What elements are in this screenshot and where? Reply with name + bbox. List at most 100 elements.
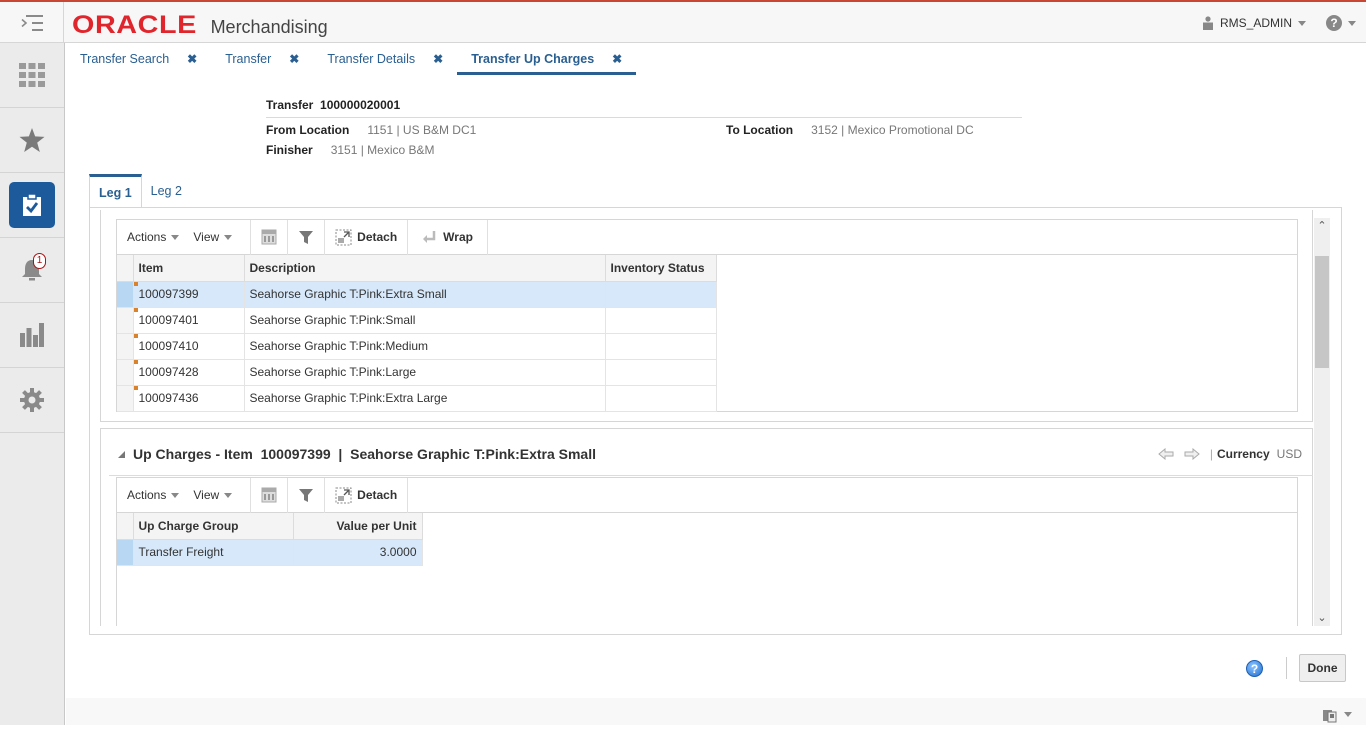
status-bar (66, 698, 1366, 725)
modified-marker-icon (133, 359, 138, 364)
column-header-description[interactable]: Description (244, 255, 606, 282)
transfer-label: Transfer (266, 98, 314, 112)
view-menu[interactable]: View (193, 230, 233, 244)
sidebar-item-favorites[interactable] (0, 108, 64, 173)
table-row[interactable]: 100097436 Seahorse Graphic T:Pink:Extra L… (117, 385, 717, 412)
row-header[interactable] (117, 307, 134, 334)
detach-label: Detach (357, 230, 398, 244)
scrollbar-thumb[interactable] (1315, 256, 1329, 368)
item-number: 100097436 (138, 391, 199, 405)
actions-menu[interactable]: Actions (127, 488, 180, 502)
wrap-icon (423, 231, 436, 243)
transfer-number: 100000020001 (320, 98, 401, 112)
to-location-value: 3152 | Mexico Promotional DC (811, 123, 974, 137)
item-cell: 100097436 (133, 385, 245, 412)
actions-menu[interactable]: Actions (127, 230, 180, 244)
table-row[interactable]: 100097410 Seahorse Graphic T:Pink:Medium (117, 333, 717, 360)
document-tabs: Transfer Search ✖ Transfer ✖ Transfer De… (66, 43, 637, 75)
user-area: RMS_ADMIN ? (1202, 15, 1356, 31)
row-header[interactable] (117, 281, 134, 308)
sidebar-item-tasks[interactable] (0, 173, 64, 238)
table-row[interactable]: 100097401 Seahorse Graphic T:Pink:Small (117, 307, 717, 334)
table-row[interactable]: Transfer Freight 3.0000 (117, 539, 423, 566)
column-header-up-charge-group[interactable]: Up Charge Group (133, 513, 294, 540)
app-title: Merchandising (210, 17, 328, 37)
close-icon[interactable]: ✖ (187, 52, 197, 66)
column-header-value-per-unit[interactable]: Value per Unit (293, 513, 423, 540)
tab-transfer-up-charges[interactable]: Transfer Up Charges ✖ (457, 43, 637, 75)
tab-transfer-details[interactable]: Transfer Details ✖ (313, 43, 457, 75)
column-header-item[interactable]: Item (133, 255, 245, 282)
detach-icon (335, 487, 352, 503)
view-menu[interactable]: View (193, 488, 233, 502)
divider (1286, 657, 1287, 679)
currency-label: Currency (1216, 447, 1270, 461)
sidebar-item-tasks-grid[interactable] (0, 43, 64, 108)
close-icon[interactable]: ✖ (433, 52, 443, 66)
description-cell: Seahorse Graphic T:Pink:Small (244, 307, 606, 334)
help-menu-icon[interactable]: ? (1326, 15, 1342, 31)
user-menu-caret-icon[interactable] (1298, 20, 1306, 26)
wrap-label: Wrap (443, 230, 473, 244)
scroll-up-icon[interactable]: ⌃ (1314, 218, 1330, 234)
panel-scrollbar[interactable]: ⌃ ⌄ (1314, 218, 1330, 626)
item-number: 100097410 (138, 339, 199, 353)
user-icon (1202, 16, 1213, 30)
chevron-down-icon (171, 492, 180, 498)
section-divider (109, 475, 1313, 476)
scroll-down-icon[interactable]: ⌄ (1314, 610, 1330, 626)
filter-icon (299, 231, 314, 244)
next-arrow-icon[interactable] (1184, 448, 1200, 460)
brand-name: ORACLE (72, 11, 197, 39)
collapse-triangle-icon[interactable] (118, 450, 125, 458)
modified-marker-icon (133, 385, 138, 390)
table-row[interactable]: 100097428 Seahorse Graphic T:Pink:Large (117, 359, 717, 386)
detach-button[interactable]: Detach (325, 477, 409, 513)
export-button[interactable] (251, 219, 289, 255)
accessibility-icon[interactable] (1322, 707, 1338, 723)
previous-arrow-icon[interactable] (1158, 448, 1174, 460)
done-button[interactable]: Done (1299, 654, 1346, 682)
upcharges-title: Up Charges - Item 100097399 | Seahorse G… (133, 446, 596, 462)
upcharges-section-title[interactable]: Up Charges - Item 100097399 | Seahorse G… (118, 446, 596, 462)
sidebar-item-settings[interactable] (0, 368, 64, 433)
tab-leg-2[interactable]: Leg 2 (142, 174, 191, 208)
close-icon[interactable]: ✖ (289, 52, 299, 66)
transfer-title: Transfer 100000020001 (266, 98, 1022, 118)
export-excel-icon (261, 487, 277, 503)
row-header[interactable] (117, 539, 134, 566)
detach-icon (335, 229, 352, 245)
detach-button[interactable]: Detach (325, 219, 409, 255)
chevron-down-icon[interactable] (1344, 712, 1352, 717)
tab-transfer[interactable]: Transfer ✖ (211, 43, 313, 75)
user-menu[interactable]: RMS_ADMIN (1220, 16, 1292, 30)
nav-toggle-button[interactable] (0, 2, 64, 43)
row-header[interactable] (117, 333, 134, 360)
row-header[interactable] (117, 359, 134, 386)
filter-button[interactable] (288, 477, 326, 513)
gear-icon (20, 388, 44, 412)
active-indicator (9, 182, 55, 228)
finisher-value: 3151 | Mexico B&M (330, 143, 435, 157)
help-button[interactable]: ? (1246, 660, 1263, 677)
wrap-button[interactable]: Wrap (408, 219, 488, 255)
transfer-header: Transfer 100000020001 From Location 1151… (266, 98, 1022, 160)
currency-value: USD (1276, 447, 1302, 461)
close-icon[interactable]: ✖ (612, 52, 622, 66)
detach-label: Detach (357, 488, 398, 502)
top-bar: ORACLE Merchandising RMS_ADMIN ? (0, 0, 1366, 43)
tab-leg-1[interactable]: Leg 1 (89, 174, 142, 208)
modified-marker-icon (133, 333, 138, 338)
sidebar-item-notifications[interactable]: 1 (0, 238, 64, 303)
help-menu-caret-icon[interactable] (1348, 20, 1356, 26)
sidebar-item-reports[interactable] (0, 303, 64, 368)
filter-button[interactable] (288, 219, 326, 255)
actions-label: Actions (127, 488, 167, 502)
export-button[interactable] (251, 477, 289, 513)
column-header-inventory-status[interactable]: Inventory Status (605, 255, 717, 282)
tab-transfer-search[interactable]: Transfer Search ✖ (66, 43, 211, 75)
row-header[interactable] (117, 385, 134, 412)
menu-collapse-icon (20, 14, 43, 31)
table-row[interactable]: 100097399 Seahorse Graphic T:Pink:Extra S… (117, 281, 717, 308)
items-toolbar: Actions View Detach Wrap (117, 219, 1297, 255)
